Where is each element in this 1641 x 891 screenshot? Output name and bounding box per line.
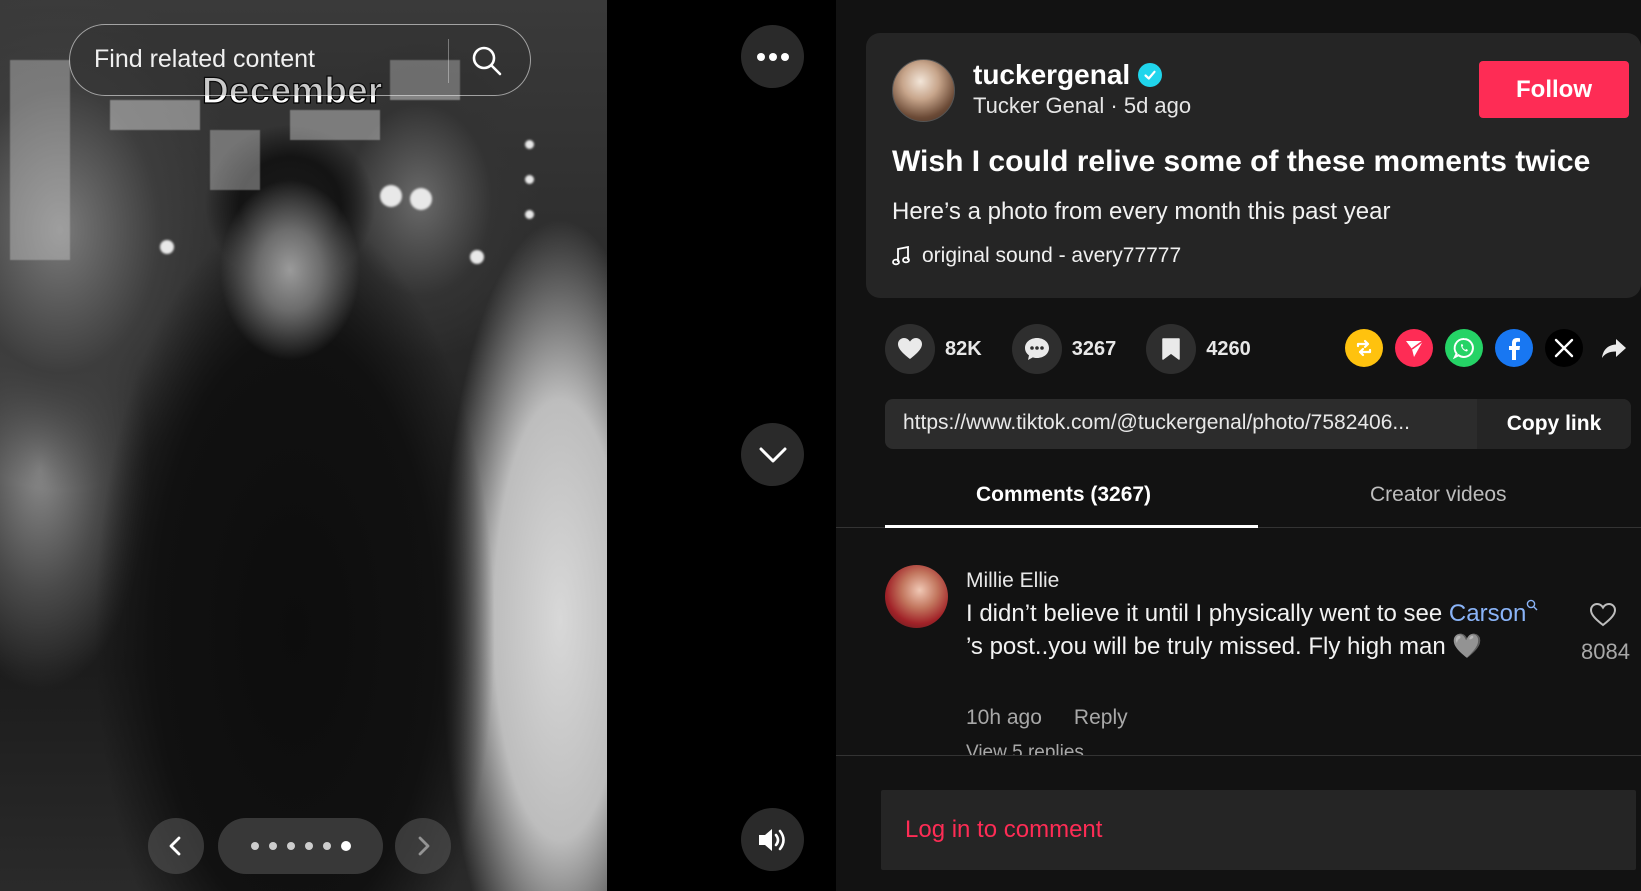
author-display-name: Tucker Genal <box>973 93 1105 118</box>
share-facebook-button[interactable] <box>1495 329 1533 367</box>
active-tab-indicator <box>885 525 1258 528</box>
heart-outline-icon <box>1589 602 1617 627</box>
post-description: Here’s a photo from every month this pas… <box>892 198 1391 225</box>
comment-time: 10h ago <box>966 706 1042 729</box>
share-link-box: https://www.tiktok.com/@tuckergenal/phot… <box>885 399 1631 449</box>
search-placeholder: Find related content <box>94 45 315 73</box>
slide-dot[interactable] <box>304 842 313 850</box>
chevron-down-icon <box>759 447 786 462</box>
comment-text-start: I didn’t believe it until I physically w… <box>966 600 1449 627</box>
reply-button[interactable]: Reply <box>1074 706 1128 730</box>
mention-search-icon <box>1526 599 1538 611</box>
author-subline: Tucker Genal · 5d ago <box>973 93 1191 119</box>
share-link-url[interactable]: https://www.tiktok.com/@tuckergenal/phot… <box>903 411 1443 435</box>
like-count: 82K <box>945 337 982 360</box>
comment-like-button[interactable] <box>1589 602 1617 633</box>
comment-stat[interactable]: 3267 <box>1011 324 1117 374</box>
like-button[interactable] <box>885 324 935 374</box>
comment-count: 3267 <box>1071 337 1117 360</box>
comment-login-bar: Log in to comment <box>836 755 1641 891</box>
paper-plane-icon <box>1406 340 1424 357</box>
bookmark-icon <box>1162 338 1180 360</box>
slide-indicator <box>218 818 383 874</box>
save-count: 4260 <box>1206 337 1251 360</box>
login-to-comment-label[interactable]: Log in to comment <box>905 816 1102 844</box>
next-slide-button[interactable] <box>395 818 451 874</box>
chevron-right-icon <box>418 836 430 856</box>
mention-name[interactable]: Carson <box>1449 600 1526 627</box>
save-button[interactable] <box>1146 324 1197 374</box>
post-info-card: tuckergenal Tucker Genal · 5d ago Follow… <box>866 33 1641 298</box>
share-buttons <box>1345 329 1633 367</box>
sound-link[interactable]: original sound - avery77777 <box>892 244 1181 268</box>
repost-button[interactable] <box>1345 329 1383 367</box>
more-share-button[interactable] <box>1595 329 1633 367</box>
volume-button[interactable] <box>741 808 804 871</box>
post-photo[interactable]: December <box>0 0 607 891</box>
slide-dot[interactable] <box>322 842 331 850</box>
share-x-button[interactable] <box>1545 329 1583 367</box>
commenter-avatar[interactable] <box>885 565 948 628</box>
author-avatar[interactable] <box>892 59 955 122</box>
tab-creator-videos[interactable]: Creator videos <box>1370 483 1507 507</box>
media-viewer: December Find related content <box>0 0 836 891</box>
tab-comments[interactable]: Comments (3267) <box>976 483 1151 507</box>
volume-icon <box>758 828 785 851</box>
slide-dot[interactable] <box>250 842 259 850</box>
login-to-comment-button[interactable]: Log in to comment <box>881 790 1636 870</box>
follow-button[interactable]: Follow <box>1479 61 1629 118</box>
x-logo-icon <box>1554 338 1574 358</box>
verified-badge-icon <box>1138 63 1163 87</box>
comment-meta: 10h ago Reply <box>966 706 1128 730</box>
slide-dot-active[interactable] <box>340 841 351 851</box>
save-stat[interactable]: 4260 <box>1146 324 1251 374</box>
next-post-button[interactable] <box>741 423 804 486</box>
commenter-name[interactable]: Millie Ellie <box>966 569 1059 593</box>
more-options-button[interactable] <box>741 25 804 88</box>
author-username-row[interactable]: tuckergenal <box>973 59 1163 91</box>
separator-dot: · <box>1110 93 1124 118</box>
comment-like-count: 8084 <box>1581 639 1630 664</box>
music-note-icon <box>892 246 910 266</box>
mention-link[interactable]: Carson <box>1449 599 1538 627</box>
chevron-left-icon <box>169 836 181 856</box>
comment-list: Millie Ellie I didn’t believe it until I… <box>836 529 1641 756</box>
whatsapp-icon <box>1452 337 1474 360</box>
search-divider <box>448 39 449 83</box>
search-icon[interactable] <box>470 44 504 78</box>
facebook-icon <box>1509 338 1520 360</box>
copy-link-button[interactable]: Copy link <box>1477 399 1631 449</box>
previous-slide-button[interactable] <box>148 818 204 874</box>
repost-icon <box>1356 339 1372 357</box>
author-username[interactable]: tuckergenal <box>973 59 1130 91</box>
share-arrow-icon <box>1602 339 1626 358</box>
comment-text-end: ’s post..you will be truly missed. Fly h… <box>966 633 1483 660</box>
comment-text: I didn’t believe it until I physically w… <box>966 597 1546 663</box>
send-to-friend-button[interactable] <box>1395 329 1433 367</box>
find-related-search[interactable]: Find related content <box>69 24 531 96</box>
sound-name[interactable]: original sound - avery77777 <box>922 244 1181 268</box>
post-details-panel: tuckergenal Tucker Genal · 5d ago Follow… <box>836 0 1641 891</box>
post-title: Wish I could relive some of these moment… <box>892 145 1591 178</box>
more-dots-icon <box>756 52 789 61</box>
panel-tabs: Comments (3267) Creator videos <box>836 465 1641 528</box>
heart-icon <box>898 338 922 359</box>
view-replies-button[interactable]: View 5 replies <box>966 742 1084 756</box>
comment-button[interactable] <box>1011 324 1062 374</box>
like-stat[interactable]: 82K <box>885 324 982 374</box>
slide-dot[interactable] <box>286 842 295 850</box>
engagement-stats: 82K 3267 4260 <box>885 324 1281 374</box>
comment-bubble-icon <box>1024 338 1049 360</box>
post-time: 5d ago <box>1123 93 1192 118</box>
slide-dot[interactable] <box>268 842 277 850</box>
share-whatsapp-button[interactable] <box>1445 329 1483 367</box>
